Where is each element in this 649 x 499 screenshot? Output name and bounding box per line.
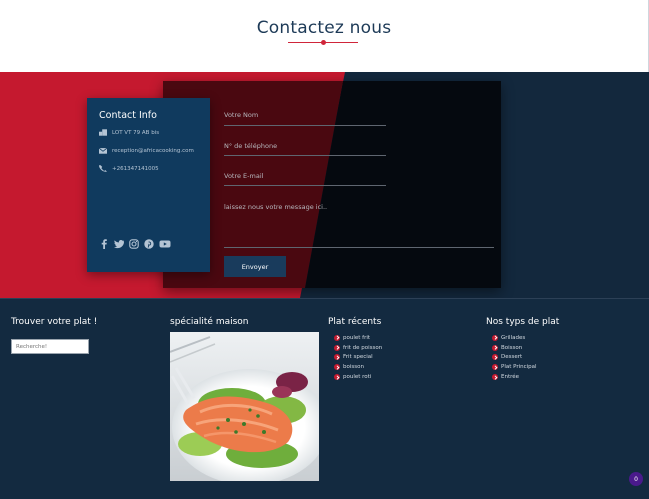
notification-badge[interactable]: 0: [629, 472, 643, 486]
chevron-circle-icon: [492, 374, 498, 381]
site-footer: Trouver votre plat ! spécialité maison: [0, 298, 649, 499]
types-column-title: Nos typs de plat: [486, 317, 560, 327]
list-item[interactable]: frit de poisson: [334, 343, 382, 353]
email-field[interactable]: Votre E-mail: [224, 172, 263, 180]
phone-text[interactable]: +261347141005: [112, 166, 159, 172]
send-button[interactable]: Envoyer: [224, 256, 286, 277]
address-text: LOT VT 79 AB bis: [112, 129, 160, 136]
email-field-underline: [224, 185, 386, 186]
chevron-circle-icon: [334, 354, 340, 361]
list-item[interactable]: poulet roti: [334, 372, 382, 382]
twitter-icon[interactable]: [114, 239, 124, 249]
list-item[interactable]: Grillades: [492, 333, 537, 343]
list-item[interactable]: Entrée: [492, 372, 537, 382]
chevron-circle-icon: [334, 364, 340, 371]
email-text[interactable]: reception@africacooking.com: [112, 148, 194, 154]
message-field[interactable]: laissez nous votre message ici..: [224, 203, 327, 211]
contact-info-card: Contact Info LOT VT 79 AB bis reception@…: [87, 98, 210, 272]
phone-field-underline: [224, 155, 386, 156]
name-field[interactable]: Votre Nom: [224, 111, 258, 119]
list-item[interactable]: boisson: [334, 362, 382, 372]
recent-dishes-list: poulet frit frit de poisson Frit special…: [334, 333, 382, 382]
facebook-icon[interactable]: [99, 239, 109, 249]
chevron-circle-icon: [334, 374, 340, 381]
address-row: LOT VT 79 AB bis: [99, 129, 159, 136]
specialty-column-title: spécialité maison: [170, 317, 249, 327]
chevron-circle-icon: [492, 334, 498, 341]
dish-types-list: Grillades Boisson Dessert Plat Principal…: [492, 333, 537, 382]
recent-column-title: Plat récents: [328, 317, 382, 327]
phone-row: +261347141005: [99, 165, 159, 172]
phone-icon: [99, 165, 107, 172]
list-item[interactable]: Frit special: [334, 353, 382, 363]
chevron-circle-icon: [334, 334, 340, 341]
specialty-dish-image[interactable]: [170, 332, 319, 481]
page-header: Contactez nous: [0, 0, 649, 72]
page-title: Contactez nous: [256, 18, 392, 38]
phone-field[interactable]: N° de téléphone: [224, 142, 277, 150]
name-field-underline: [224, 125, 386, 126]
search-column-title: Trouver votre plat !: [11, 317, 98, 327]
contact-info-title: Contact Info: [99, 110, 157, 121]
youtube-icon[interactable]: [159, 239, 171, 249]
envelope-icon: [99, 147, 107, 154]
chevron-circle-icon: [334, 344, 340, 351]
chevron-circle-icon: [492, 364, 498, 371]
list-item[interactable]: Plat Principal: [492, 362, 537, 372]
list-item[interactable]: poulet frit: [334, 333, 382, 343]
title-divider-dot: [321, 40, 326, 45]
search-input[interactable]: [11, 339, 89, 354]
chevron-circle-icon: [492, 344, 498, 351]
pinterest-icon[interactable]: [144, 239, 154, 249]
email-row: reception@africacooking.com: [99, 147, 194, 154]
list-item[interactable]: Dessert: [492, 353, 537, 363]
instagram-icon[interactable]: [129, 239, 139, 249]
building-icon: [99, 129, 107, 136]
social-links: [99, 239, 171, 249]
message-field-underline: [224, 247, 494, 248]
chevron-circle-icon: [492, 354, 498, 361]
list-item[interactable]: Boisson: [492, 343, 537, 353]
